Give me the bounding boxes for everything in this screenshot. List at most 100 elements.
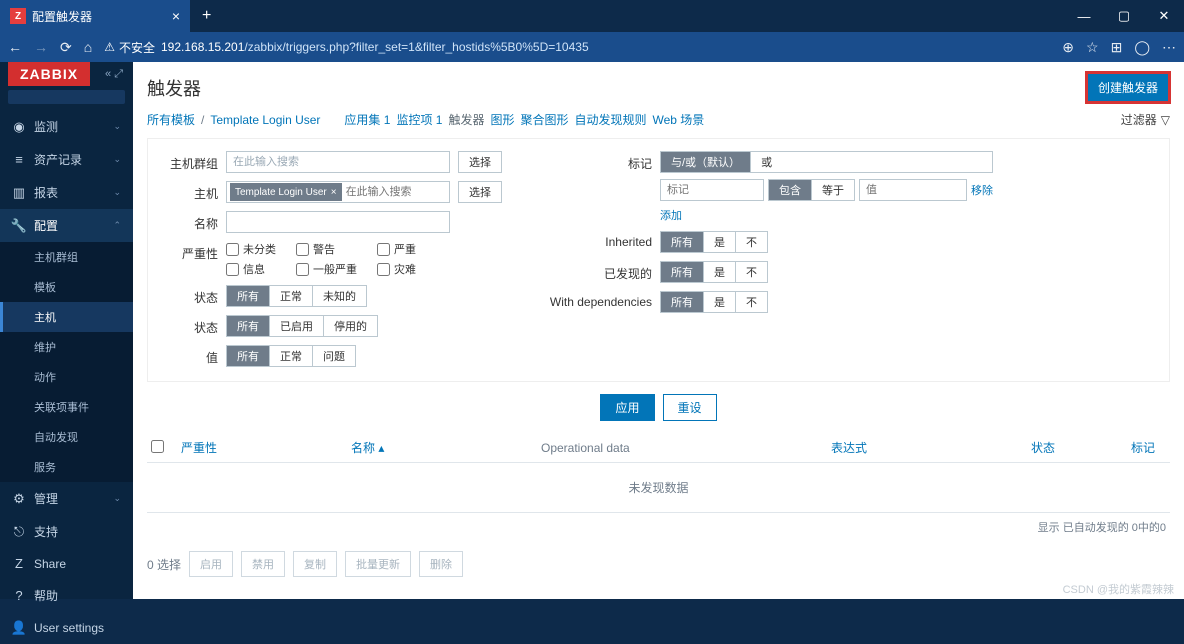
host-input[interactable] (344, 183, 446, 201)
tab-screens[interactable]: 聚合图形 (520, 111, 568, 128)
new-tab-button[interactable]: + (190, 7, 223, 25)
filter-panel: 主机群组 选择 主机 Template Login User × 选择 (147, 138, 1170, 382)
severity-high[interactable]: 严重 (377, 241, 416, 257)
sidebar-sub-actions[interactable]: 动作 (0, 362, 133, 392)
chip-remove-icon[interactable]: × (331, 187, 337, 198)
favorites-icon[interactable]: ☆ (1086, 39, 1099, 56)
reader-icon[interactable]: ⊕ (1062, 39, 1074, 56)
col-severity[interactable]: 严重性 (181, 439, 351, 456)
sidebar-sub-templates[interactable]: 模板 (0, 272, 133, 302)
sidebar-item-label: 报表 (34, 184, 105, 201)
sidebar-item-share[interactable]: Z Share (0, 548, 133, 579)
sidebar-search[interactable]: 🔍 (8, 90, 125, 104)
sidebar-sub-discovery[interactable]: 自动发现 (0, 422, 133, 452)
tab-applications[interactable]: 应用集 1 (344, 111, 390, 128)
sidebar-sub-hosts[interactable]: 主机 (0, 302, 133, 332)
page-title: 触发器 (147, 75, 201, 101)
window-minimize-button[interactable]: — (1064, 0, 1104, 32)
tag-remove-link[interactable]: 移除 (971, 182, 993, 198)
triggers-table: 严重性 名称 ▴ Operational data 表达式 状态 标记 未发现数… (147, 433, 1170, 541)
refresh-icon[interactable]: ⟳ (60, 39, 72, 56)
tab-graphs[interactable]: 图形 (490, 111, 514, 128)
reset-button[interactable]: 重设 (663, 394, 717, 421)
hostgroup-select-button[interactable]: 选择 (458, 151, 502, 173)
state-segment[interactable]: 所有 正常 未知的 (226, 285, 367, 307)
host-select-button[interactable]: 选择 (458, 181, 502, 203)
sidebar-sub-correlation[interactable]: 关联项事件 (0, 392, 133, 422)
tag-value-input[interactable] (859, 179, 967, 201)
tab-items[interactable]: 监控项 1 (396, 111, 442, 128)
col-expression[interactable]: 表达式 (831, 439, 1031, 456)
sidebar-item-support[interactable]: ⎋ 支持 (0, 515, 133, 548)
profile-icon[interactable]: ◯ (1134, 39, 1150, 56)
browser-tab[interactable]: Z 配置触发器 × (0, 0, 190, 32)
breadcrumb-all-templates[interactable]: 所有模板 (147, 111, 195, 128)
breadcrumb-template[interactable]: Template Login User (210, 113, 320, 127)
host-chip: Template Login User × (230, 183, 342, 201)
collections-icon[interactable]: ⊞ (1111, 39, 1123, 56)
bulk-enable-button[interactable]: 启用 (189, 551, 233, 577)
sidebar-subnav: 主机群组 模板 主机 维护 动作 关联项事件 自动发现 服务 (0, 242, 133, 482)
severity-info[interactable]: 信息 (226, 261, 276, 277)
collapse-icon[interactable]: « ⤢ (105, 68, 123, 81)
col-status[interactable]: 状态 (1031, 439, 1131, 456)
chevron-icon: ⌄ (113, 187, 121, 198)
tag-name-input[interactable] (660, 179, 764, 201)
hostgroup-input[interactable] (226, 151, 450, 173)
select-all-checkbox[interactable] (151, 440, 181, 456)
window-close-button[interactable]: ✕ (1144, 0, 1184, 32)
host-multiselect[interactable]: Template Login User × (226, 181, 450, 203)
tab-triggers[interactable]: 触发器 (448, 111, 484, 128)
window-maximize-button[interactable]: ▢ (1104, 0, 1144, 32)
sidebar-item-reports[interactable]: ▥ 报表 ⌄ (0, 176, 133, 209)
tag-add-link[interactable]: 添加 (660, 207, 993, 223)
forward-icon[interactable]: → (34, 39, 48, 55)
value-segment[interactable]: 所有 正常 问题 (226, 345, 356, 367)
severity-average[interactable]: 一般严重 (296, 261, 357, 277)
back-icon[interactable]: ← (8, 39, 22, 55)
tab-discovery[interactable]: 自动发现规则 (575, 111, 647, 128)
bulk-massupdate-button[interactable]: 批量更新 (345, 551, 411, 577)
sidebar-item-label: User settings (34, 621, 121, 635)
apply-button[interactable]: 应用 (600, 394, 654, 421)
col-name[interactable]: 名称 ▴ (351, 439, 541, 456)
sidebar-item-monitoring[interactable]: ◉ 监测 ⌄ (0, 110, 133, 143)
withdep-segment[interactable]: 所有 是 不 (660, 291, 768, 313)
watermark: CSDN @我的紫霞辣辣 (1063, 581, 1174, 597)
chevron-icon: ⌄ (113, 493, 121, 504)
severity-disaster[interactable]: 灾难 (377, 261, 416, 277)
menu-icon[interactable]: ⋯ (1162, 39, 1176, 56)
share-icon: Z (12, 556, 26, 571)
home-icon[interactable]: ⌂ (84, 39, 92, 55)
tab-web[interactable]: Web 场景 (653, 111, 705, 128)
filter-toggle[interactable]: 过滤器 ▽ (1121, 111, 1170, 128)
sidebar-item-administration[interactable]: ⚙ 管理 ⌄ (0, 482, 133, 515)
close-icon[interactable]: × (172, 8, 180, 24)
sidebar-item-help[interactable]: ? 帮助 (0, 579, 133, 612)
tags-eval-segment[interactable]: 与/或（默认） 或 (660, 151, 993, 173)
sidebar-sub-hostgroups[interactable]: 主机群组 (0, 242, 133, 272)
sidebar-item-configuration[interactable]: 🔧 配置 ⌃ (0, 209, 133, 242)
name-input[interactable] (226, 211, 450, 233)
sidebar-item-label: 支持 (34, 523, 121, 540)
bulk-delete-button[interactable]: 删除 (419, 551, 463, 577)
address-bar[interactable]: ⚠ 不安全 192.168.15.201/zabbix/triggers.php… (104, 39, 1050, 56)
create-trigger-button[interactable]: 创建触发器 (1086, 72, 1170, 103)
bulk-copy-button[interactable]: 复制 (293, 551, 337, 577)
browser-toolbar: ← → ⟳ ⌂ ⚠ 不安全 192.168.15.201/zabbix/trig… (0, 32, 1184, 62)
col-tags[interactable]: 标记 (1131, 439, 1166, 456)
tag-operator-segment[interactable]: 包含 等于 (768, 179, 855, 201)
main-content: 触发器 创建触发器 所有模板 / Template Login User 应用集… (133, 62, 1184, 599)
severity-unclassified[interactable]: 未分类 (226, 241, 276, 257)
sidebar-item-usersettings[interactable]: 👤 User settings (0, 612, 133, 644)
withdep-label: With dependencies (542, 291, 652, 309)
breadcrumb: 所有模板 / Template Login User 应用集 1 监控项 1 触… (133, 107, 1184, 138)
inherited-segment[interactable]: 所有 是 不 (660, 231, 768, 253)
discovered-segment[interactable]: 所有 是 不 (660, 261, 768, 283)
sidebar-sub-services[interactable]: 服务 (0, 452, 133, 482)
bulk-disable-button[interactable]: 禁用 (241, 551, 285, 577)
sidebar-item-inventory[interactable]: ≡ 资产记录 ⌄ (0, 143, 133, 176)
sidebar-sub-maintenance[interactable]: 维护 (0, 332, 133, 362)
status-segment[interactable]: 所有 已启用 停用的 (226, 315, 378, 337)
severity-warning[interactable]: 警告 (296, 241, 357, 257)
